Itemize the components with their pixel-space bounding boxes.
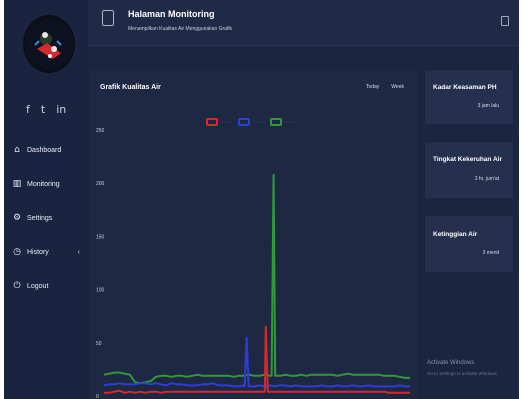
card-turbidity[interactable]: Tingkat Kekeruhan Air 3 hr, jum'at <box>425 142 513 198</box>
app-window: f t in ⌂ Dashboard ▥ Monitoring ⚙ Settin… <box>4 0 519 399</box>
sidebar-item-logout[interactable]: ⏻ Logout <box>10 269 88 303</box>
document-icon[interactable] <box>501 16 509 26</box>
legend-item-red[interactable] <box>206 118 230 126</box>
watermark-title: Activate Windows <box>427 360 475 366</box>
sidebar-item-monitoring[interactable]: ▥ Monitoring <box>10 167 88 201</box>
series-line <box>103 336 410 388</box>
twitter-icon[interactable]: t <box>41 104 45 116</box>
sidebar-item-settings[interactable]: ⚙ Settings <box>10 201 88 235</box>
sidebar-item-label: History <box>27 248 49 256</box>
card-title: Ketinggian Air <box>433 231 478 238</box>
sidebar-item-history[interactable]: ◷ History ‹ <box>10 235 88 269</box>
tab-week[interactable]: Week <box>391 84 404 90</box>
watermark-subtitle: Go to Settings to activate Windows. <box>427 371 499 376</box>
page-title: Halaman Monitoring <box>128 9 215 19</box>
legend-item-green[interactable] <box>270 118 294 126</box>
card-title: Kadar Keasaman PH <box>433 84 497 91</box>
chart-legend <box>206 118 294 126</box>
tab-today[interactable]: Today <box>366 84 379 90</box>
series-line <box>104 325 410 394</box>
legend-line <box>282 121 294 123</box>
avatar <box>23 15 75 73</box>
range-tabs: Today Week <box>366 84 404 90</box>
settings-icon: ⚙ <box>12 213 22 223</box>
series-line <box>103 173 410 385</box>
sidebar-menu: ⌂ Dashboard ▥ Monitoring ⚙ Settings ◷ Hi… <box>10 133 88 303</box>
card-value: 3 hr, jum'at <box>474 176 499 182</box>
y-tick-label: 100 <box>96 288 105 294</box>
y-tick-label: 50 <box>96 341 102 347</box>
chevron-left-icon[interactable]: ‹ <box>78 249 80 256</box>
page-icon <box>102 10 114 26</box>
card-title: Tingkat Kekeruhan Air <box>433 156 502 163</box>
y-tick-label: 200 <box>96 181 105 187</box>
y-tick-label: 0 <box>96 394 99 399</box>
logout-icon: ⏻ <box>13 281 21 291</box>
legend-item-blue[interactable] <box>238 118 262 126</box>
sidebar-item-label: Settings <box>27 214 53 222</box>
sidebar-item-label: Dashboard <box>27 146 62 154</box>
legend-swatch <box>238 118 250 126</box>
facebook-icon[interactable]: f <box>26 104 30 116</box>
legend-swatch <box>270 118 282 126</box>
page-subtitle: Menampilkan Kualitas Air Menggunakan Gra… <box>128 26 232 32</box>
chart-panel: 0 50 100 150 200 250 Grafik Kualitas Air Toda… <box>90 70 418 399</box>
sidebar-item-dashboard[interactable]: ⌂ Dashboard <box>10 133 88 167</box>
chart-title: Grafik Kualitas Air <box>100 84 161 91</box>
sidebar: f t in ⌂ Dashboard ▥ Monitoring ⚙ Settin… <box>4 0 88 399</box>
y-tick-label: 250 <box>96 128 105 134</box>
social-links: f t in <box>26 104 66 116</box>
linkedin-icon[interactable]: in <box>56 104 66 116</box>
card-water-level[interactable]: Ketinggian Air 3 menit <box>425 216 513 272</box>
monitoring-icon: ▥ <box>12 179 22 189</box>
page-header: Halaman Monitoring Menampilkan Kualitas … <box>88 0 519 46</box>
card-ph[interactable]: Kadar Keasaman PH 3 jam lalu <box>425 70 513 124</box>
card-value: 3 menit <box>482 250 499 256</box>
legend-line <box>218 121 230 123</box>
history-icon: ◷ <box>13 247 21 257</box>
sidebar-item-label: Monitoring <box>27 180 60 188</box>
legend-line <box>250 121 262 123</box>
legend-swatch <box>206 118 218 126</box>
card-value: 3 jam lalu <box>477 103 499 109</box>
dashboard-icon: ⌂ <box>14 145 20 155</box>
y-tick-label: 150 <box>96 234 105 240</box>
sidebar-item-label: Logout <box>27 282 49 290</box>
avatar-logo-icon <box>25 20 73 68</box>
